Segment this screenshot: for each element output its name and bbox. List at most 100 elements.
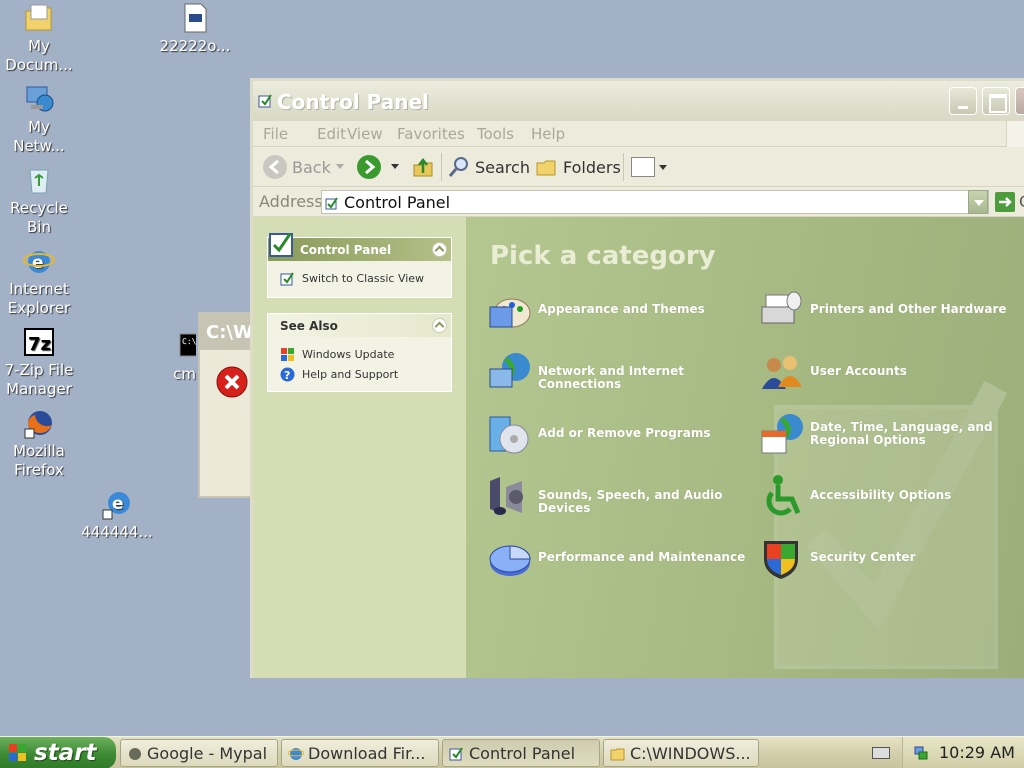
category-pane: Pick a category Appearance and Themes Pr… — [466, 217, 1024, 678]
switch-classic-view-label: Switch to Classic View — [302, 272, 425, 285]
category-accessibility[interactable]: Accessibility Options — [758, 473, 1024, 523]
taskbar-item-google-mypal[interactable]: Google - Mypal — [120, 739, 278, 767]
windows-logo-icon — [8, 743, 28, 763]
maximize-button[interactable] — [982, 87, 1010, 115]
my-documents-icon — [23, 2, 55, 34]
menu-bar: File Edit View Favorites Tools Help — [253, 121, 1024, 147]
mypal-icon — [127, 746, 143, 762]
taskbar-item-windows-folder[interactable]: C:\WINDOWS... — [603, 739, 759, 767]
desktop-icon-recycle-bin[interactable]: Recycle Bin — [0, 164, 78, 237]
folders-label: Folders — [563, 157, 621, 177]
menu-favorites[interactable]: Favorites — [397, 125, 465, 143]
desktop-icon-ie-shortcut[interactable]: e 444444... — [78, 488, 156, 542]
desktop-icon-my-documents[interactable]: My Docum... — [0, 2, 78, 75]
error-icon — [216, 366, 248, 398]
folders-button[interactable]: Folders — [535, 155, 621, 179]
category-performance-maintenance[interactable]: Performance and Maintenance — [486, 535, 756, 585]
desktop-icon-my-network[interactable]: My Netw... — [0, 83, 78, 156]
switch-classic-view-link[interactable]: Switch to Classic View — [268, 269, 451, 289]
category-sounds-speech-audio[interactable]: Sounds, Speech, and Audio Devices — [486, 473, 756, 523]
menu-help[interactable]: Help — [531, 125, 565, 143]
back-button[interactable]: Back — [263, 155, 331, 179]
category-appearance-themes[interactable]: Appearance and Themes — [486, 287, 756, 337]
up-folder-icon — [411, 155, 435, 179]
svg-text:e: e — [112, 494, 124, 514]
ie-shortcut-icon: e — [101, 488, 133, 520]
search-button[interactable]: Search — [447, 155, 530, 179]
desktop-icon-7zip[interactable]: 7z 7-Zip File Manager — [0, 326, 78, 399]
category-add-remove-programs[interactable]: Add or Remove Programs — [486, 411, 756, 461]
up-folder-button[interactable] — [411, 155, 435, 179]
desktop-icon-cmd[interactable]: C:\ cm — [160, 330, 196, 384]
views-button[interactable] — [631, 155, 667, 179]
forward-button[interactable] — [357, 155, 386, 179]
file-icon — [179, 2, 211, 34]
user-accounts-icon — [758, 349, 806, 397]
menu-file[interactable]: File — [263, 125, 288, 143]
address-dropdown-icon[interactable] — [968, 190, 988, 214]
clock[interactable]: 10:29 AM — [939, 743, 1015, 762]
close-button[interactable] — [1015, 87, 1024, 115]
desktop-icon-label: 22222o... — [159, 37, 231, 55]
address-label: Address — [259, 192, 323, 211]
control-panel-large-icon — [268, 230, 296, 258]
collapse-chevron-icon[interactable] — [432, 318, 447, 333]
address-input[interactable]: Control Panel — [321, 190, 989, 214]
date-time-globe-icon — [758, 411, 806, 459]
desktop-icon-internet-explorer[interactable]: e Internet Explorer — [0, 245, 78, 318]
control-panel-box-header[interactable]: Control Panel — [268, 233, 451, 261]
category-network-internet[interactable]: Network and Internet Connections — [486, 349, 756, 399]
desktop-icon-firefox[interactable]: Mozilla Firefox — [0, 407, 78, 480]
category-label: Network and Internet Connections — [538, 364, 684, 391]
category-user-accounts[interactable]: User Accounts — [758, 349, 1024, 399]
my-network-icon — [23, 83, 55, 115]
category-label: Printers and Other Hardware — [810, 302, 1007, 316]
desktop-icon-label: Recycle Bin — [10, 199, 68, 236]
internet-explorer-icon: e — [23, 245, 55, 277]
category-security-center[interactable]: Security Center — [758, 535, 1024, 585]
svg-text:7z: 7z — [28, 334, 51, 355]
taskbar-item-download-firefox[interactable]: Download Fir... — [281, 739, 439, 767]
keyboard-icon[interactable] — [872, 747, 890, 759]
back-arrow-icon — [263, 155, 287, 179]
see-also-task-box: See Also Windows Update ? Help and Suppo… — [267, 313, 452, 392]
start-button[interactable]: start — [0, 737, 116, 768]
control-panel-window[interactable]: Control Panel File Edit View Favorites T… — [250, 78, 1024, 678]
back-dropdown-icon[interactable] — [336, 164, 344, 173]
category-label: Security Center — [810, 550, 916, 564]
background-dialog[interactable]: C:\W — [198, 312, 258, 498]
desktop-icon-label: 7-Zip File Manager — [4, 361, 74, 398]
go-arrow-icon[interactable] — [995, 192, 1015, 212]
menu-view[interactable]: View — [347, 125, 383, 143]
windows-flag-icon — [1006, 121, 1024, 147]
toolbar: Back Search Folders — [253, 147, 1024, 187]
title-bar[interactable]: Control Panel — [253, 81, 1024, 121]
recycle-bin-icon — [23, 164, 55, 196]
task-pane: Control Panel Switch to Classic View See… — [253, 217, 466, 678]
windows-update-link[interactable]: Windows Update — [268, 345, 451, 365]
collapse-chevron-icon[interactable] — [432, 242, 447, 257]
taskbar-item-control-panel[interactable]: Control Panel — [442, 739, 600, 767]
printer-icon — [758, 287, 806, 335]
menu-edit[interactable]: Edit — [317, 125, 346, 143]
views-icon — [631, 157, 655, 177]
category-label: Performance and Maintenance — [538, 550, 746, 564]
go-label[interactable]: G — [1019, 192, 1024, 211]
see-also-box-header[interactable]: See Also — [268, 314, 451, 337]
category-date-time-language[interactable]: Date, Time, Language, and Regional Optio… — [758, 411, 1024, 461]
minimize-button[interactable] — [949, 87, 977, 115]
network-tray-icon[interactable] — [913, 745, 929, 761]
forward-dropdown-icon[interactable] — [391, 164, 399, 173]
desktop-icon-file[interactable]: 22222o... — [156, 2, 234, 56]
7zip-icon: 7z — [23, 326, 55, 358]
accessibility-icon — [758, 473, 806, 521]
menu-tools[interactable]: Tools — [477, 125, 514, 143]
pie-chart-icon — [486, 535, 534, 583]
category-printers-hardware[interactable]: Printers and Other Hardware — [758, 287, 1024, 337]
forward-arrow-icon — [357, 155, 381, 179]
help-support-link[interactable]: ? Help and Support — [268, 365, 451, 385]
firefox-icon — [23, 407, 55, 439]
pick-category-heading: Pick a category — [490, 241, 716, 271]
window-title: Control Panel — [277, 90, 429, 114]
speaker-icon — [486, 473, 534, 521]
